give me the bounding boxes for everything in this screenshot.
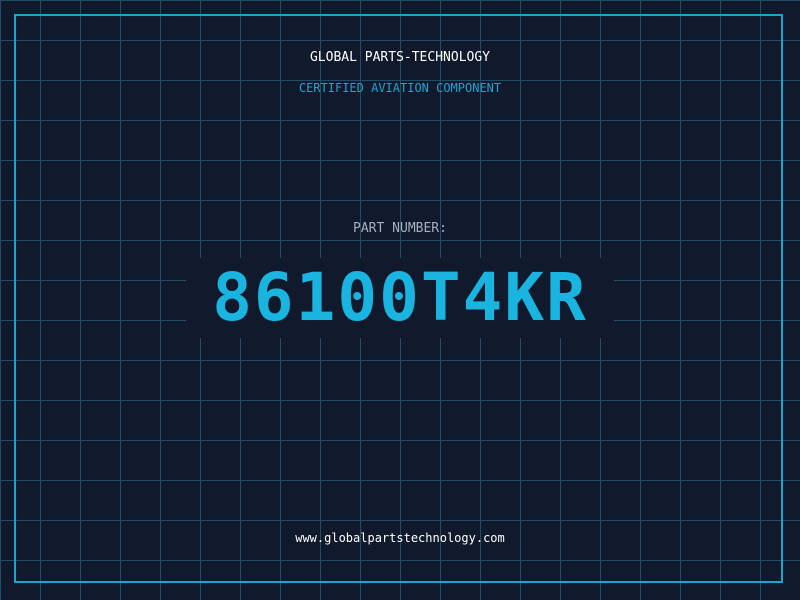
part-card: GLOBAL PARTS-TECHNOLOGY CERTIFIED AVIATI… xyxy=(0,0,800,600)
brand-name: GLOBAL PARTS-TECHNOLOGY xyxy=(309,50,490,65)
part-number-value: 86100T4KR xyxy=(212,259,588,336)
part-number-panel: 86100T4KR xyxy=(186,258,614,338)
certification-subtitle: CERTIFIED AVIATION COMPONENT xyxy=(298,81,502,95)
part-number-label: PART NUMBER: xyxy=(353,221,447,236)
website-url: www.globalpartstechnology.com xyxy=(295,531,505,545)
